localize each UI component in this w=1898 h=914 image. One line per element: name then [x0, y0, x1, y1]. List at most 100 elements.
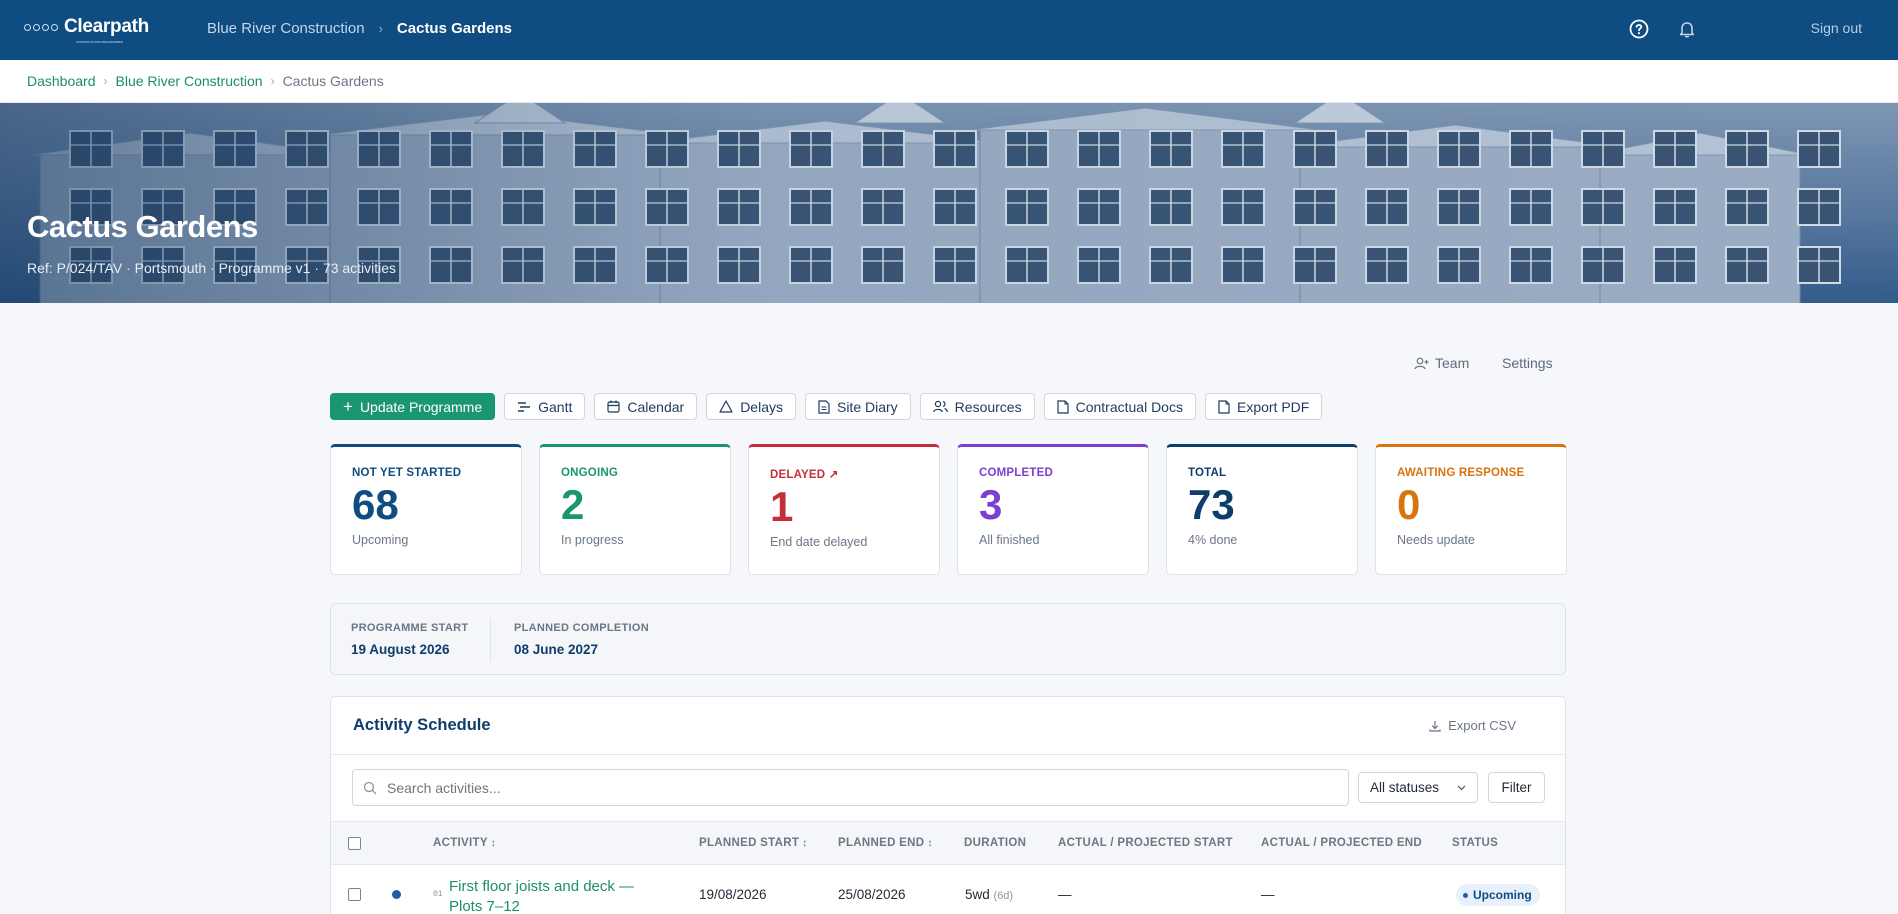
bell-icon[interactable] — [1676, 18, 1698, 40]
document-icon — [1218, 399, 1230, 414]
gantt-label: Gantt — [538, 398, 573, 415]
export-csv-button[interactable]: Export CSV — [1429, 718, 1516, 733]
top-crumb-org[interactable]: Blue River Construction — [207, 20, 365, 37]
breadcrumb-dashboard[interactable]: Dashboard — [27, 73, 96, 89]
gantt-icon — [518, 401, 531, 412]
stat-label: NOT YET STARTED — [352, 467, 462, 479]
duration-days: (6d) — [993, 890, 1014, 902]
gantt-button[interactable]: Gantt — [504, 393, 586, 420]
status-filter-value: All statuses — [1370, 780, 1440, 795]
stat-value: 68 — [352, 481, 399, 528]
stat-label: AWAITING RESPONSE — [1397, 467, 1525, 479]
stat-card-delayed[interactable]: DELAYED ↗ 1 End date delayed — [748, 444, 940, 575]
actual-end-cell: — — [1261, 887, 1275, 902]
stat-value: 2 — [561, 481, 585, 528]
column-planned-start-label: PLANNED START — [699, 837, 800, 849]
row-checkbox[interactable] — [348, 888, 361, 901]
team-link[interactable]: Team — [1414, 355, 1469, 371]
stat-label: COMPLETED — [979, 467, 1053, 479]
update-programme-button[interactable]: + Update Programme — [330, 393, 496, 420]
column-status: STATUS — [1452, 837, 1499, 849]
logo-tagline: CONSTRUCTION PROGRAMMES — [76, 40, 124, 44]
table-header: ACTIVITY ↕ PLANNED START ↕ PLANNED END ↕ DU… — [331, 821, 1565, 865]
calendar-label: Calendar — [627, 398, 685, 415]
column-actual-end: ACTUAL / PROJECTED END — [1261, 837, 1423, 849]
users-icon — [932, 400, 948, 413]
breadcrumb: Dashboard › Blue River Construction › Ca… — [0, 60, 1898, 103]
activity-number: 01 — [433, 890, 443, 899]
resources-label: Resources — [954, 398, 1022, 415]
column-planned-end[interactable]: PLANNED END ↕ — [838, 837, 933, 849]
document-text-icon — [818, 399, 830, 414]
section-title: Activity Schedule — [353, 716, 491, 734]
delays-label: Delays — [740, 398, 783, 415]
calendar-icon — [607, 400, 620, 413]
chevron-right-icon: › — [103, 74, 108, 88]
programme-actions: + Update Programme Gantt Calendar Delays… — [330, 393, 1323, 420]
stat-card-completed[interactable]: COMPLETED 3 All finished — [957, 444, 1149, 575]
warning-triangle-icon — [719, 400, 733, 413]
contractual-docs-label: Contractual Docs — [1075, 398, 1183, 415]
filter-button[interactable]: Filter — [1488, 772, 1545, 803]
sort-icon: ↕ — [802, 838, 808, 849]
search-input[interactable] — [387, 779, 1348, 796]
select-all-checkbox[interactable] — [348, 837, 361, 850]
activity-schedule-panel: Activity Schedule Export CSV All statuse… — [330, 696, 1566, 914]
logo-mark-icon — [24, 23, 58, 31]
stat-card-ongoing[interactable]: ONGOING 2 In progress — [539, 444, 731, 575]
stat-card-awaiting-response[interactable]: AWAITING RESPONSE 0 Needs update — [1375, 444, 1567, 575]
top-navigation-bar: Clearpath CONSTRUCTION PROGRAMMES Blue R… — [0, 0, 1898, 60]
planned-completion-label: PLANNED COMPLETION — [514, 622, 649, 634]
sign-out-link[interactable]: Sign out — [1811, 20, 1862, 36]
column-planned-end-label: PLANNED END — [838, 837, 925, 849]
planned-end-cell: 25/08/2026 — [838, 887, 906, 902]
top-project-switcher: Blue River Construction › Cactus Gardens — [207, 20, 512, 37]
app-logo[interactable]: Clearpath CONSTRUCTION PROGRAMMES — [24, 16, 149, 44]
delays-button[interactable]: Delays — [706, 393, 796, 420]
resources-button[interactable]: Resources — [919, 393, 1035, 420]
site-diary-button[interactable]: Site Diary — [804, 393, 911, 420]
column-planned-start[interactable]: PLANNED START ↕ — [699, 837, 807, 849]
document-icon — [1056, 399, 1069, 414]
column-duration: DURATION — [964, 837, 1027, 849]
planned-completion-value: 08 June 2027 — [514, 642, 599, 657]
calendar-button[interactable]: Calendar — [594, 393, 698, 420]
table-row[interactable]: 01 First floor joists and deck — Plots 7… — [331, 865, 1565, 914]
contractual-docs-button[interactable]: Contractual Docs — [1043, 393, 1196, 420]
stat-label: DELAYED ↗ — [770, 469, 839, 481]
status-badge-label: Upcoming — [1473, 888, 1532, 902]
breadcrumb-organisation[interactable]: Blue River Construction — [116, 73, 263, 89]
breadcrumb-current: Cactus Gardens — [282, 73, 384, 89]
stat-card-not-yet-started[interactable]: NOT YET STARTED 68 Upcoming — [330, 444, 522, 575]
settings-link[interactable]: Settings — [1502, 355, 1553, 371]
search-icon — [363, 781, 377, 794]
status-filter-select[interactable]: All statuses — [1358, 772, 1478, 803]
stat-label: ONGOING — [561, 467, 618, 479]
stat-description: In progress — [561, 533, 624, 547]
user-plus-icon — [1414, 357, 1429, 369]
divider — [490, 618, 491, 662]
help-circle-icon[interactable] — [1628, 18, 1650, 40]
plus-icon: + — [343, 396, 353, 416]
export-pdf-button[interactable]: Export PDF — [1204, 393, 1323, 420]
stat-description: All finished — [979, 533, 1040, 547]
duration-cell: 5wd (6d) — [965, 887, 1013, 902]
stat-description: Upcoming — [352, 533, 409, 547]
top-crumb-project[interactable]: Cactus Gardens — [397, 20, 512, 37]
site-diary-label: Site Diary — [836, 398, 898, 415]
programme-start-value: 19 August 2026 — [351, 642, 450, 657]
status-badge: Upcoming — [1456, 884, 1540, 906]
planned-start-cell: 19/08/2026 — [699, 887, 767, 902]
column-activity[interactable]: ACTIVITY ↕ — [433, 837, 496, 849]
stat-description: 4% done — [1188, 533, 1238, 547]
activity-title-link[interactable]: First floor joists and deck — Plots 7–12 — [449, 877, 649, 914]
status-summary-cards: NOT YET STARTED 68 Upcoming ONGOING 2 In… — [330, 444, 1567, 575]
stat-value: 1 — [770, 483, 794, 530]
duration-workdays: 5wd — [965, 887, 990, 902]
stat-card-total[interactable]: TOTAL 73 4% done — [1166, 444, 1358, 575]
programme-start-label: PROGRAMME START — [351, 622, 469, 634]
actual-start-cell: — — [1058, 887, 1072, 902]
planned-completion: PLANNED COMPLETION 08 June 2027 — [514, 622, 649, 657]
chevron-right-icon: › — [378, 21, 383, 36]
team-label: Team — [1435, 355, 1470, 371]
